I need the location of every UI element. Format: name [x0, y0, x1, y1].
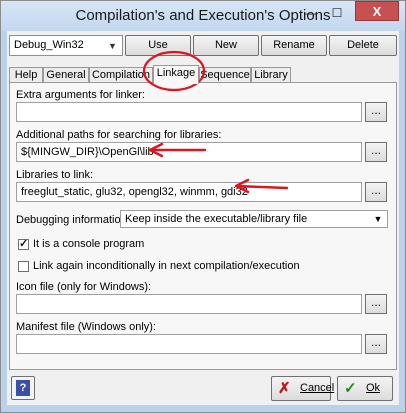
extra-args-field[interactable] — [16, 102, 362, 122]
tab-sequence[interactable]: Sequence — [199, 67, 251, 83]
use-button[interactable]: Use — [125, 35, 191, 56]
icon-file-input[interactable] — [17, 295, 361, 313]
profile-combo[interactable]: Debug_Win32 ▼ — [9, 35, 123, 56]
title-bar[interactable]: Compilation's and Execution's Options — … — [1, 1, 405, 31]
cancel-label: Cancel — [300, 382, 335, 394]
tab-compilation[interactable]: Compilation — [89, 67, 153, 83]
rename-button[interactable]: Rename — [261, 35, 327, 56]
manifest-input[interactable] — [17, 335, 361, 353]
debug-info-value: Keep inside the executable/library file — [125, 213, 308, 225]
manifest-label: Manifest file (Windows only): — [16, 321, 156, 333]
lib-paths-field[interactable] — [16, 142, 362, 162]
tab-help[interactable]: Help — [9, 67, 43, 83]
delete-button[interactable]: Delete — [329, 35, 397, 56]
libs-label: Libraries to link: — [16, 169, 94, 181]
libs-browse-button[interactable]: ... — [365, 182, 387, 202]
options-dialog: Compilation's and Execution's Options — … — [0, 0, 406, 413]
close-button[interactable]: X — [355, 1, 399, 21]
link-again-checkbox[interactable] — [18, 261, 29, 272]
help-button[interactable]: ? — [11, 376, 35, 400]
cancel-button[interactable]: ✗ Cancel — [271, 376, 335, 401]
new-button[interactable]: New — [193, 35, 259, 56]
extra-args-input[interactable] — [17, 103, 361, 121]
dialog-body: Debug_Win32 ▼ Use New Rename Delete Help… — [7, 31, 399, 405]
linkage-panel: Extra arguments for linker: ... Addition… — [9, 82, 397, 370]
ok-label: Ok — [366, 382, 381, 394]
lib-paths-input[interactable] — [17, 143, 361, 161]
libs-field[interactable] — [16, 182, 362, 202]
checkmark-icon: ✓ — [344, 380, 357, 397]
icon-file-field[interactable] — [16, 294, 362, 314]
console-label[interactable]: It is a console program — [33, 238, 144, 250]
extra-args-browse-button[interactable]: ... — [365, 102, 387, 122]
minimize-icon[interactable]: — — [299, 4, 323, 22]
tab-linkage[interactable]: Linkage — [153, 65, 199, 84]
ok-button[interactable]: ✓ Ok — [337, 376, 393, 401]
lib-paths-label: Additional paths for searching for libra… — [16, 129, 222, 141]
chevron-down-icon: ▼ — [373, 214, 383, 224]
console-checkbox[interactable]: ✓ — [18, 239, 29, 250]
lib-paths-browse-button[interactable]: ... — [365, 142, 387, 162]
manifest-field[interactable] — [16, 334, 362, 354]
debug-info-select[interactable]: Keep inside the executable/library file … — [120, 210, 388, 228]
chevron-down-icon: ▼ — [108, 41, 117, 51]
icon-browse-button[interactable]: ... — [365, 294, 387, 314]
icon-file-label: Icon file (only for Windows): — [16, 281, 152, 293]
help-book-icon: ? — [16, 380, 30, 396]
tab-general[interactable]: General — [43, 67, 89, 83]
profile-selected: Debug_Win32 — [14, 39, 84, 51]
debug-info-label: Debugging information: — [16, 214, 130, 226]
maximize-icon[interactable]: ☐ — [325, 4, 349, 22]
libs-input[interactable] — [17, 183, 361, 201]
manifest-browse-button[interactable]: ... — [365, 334, 387, 354]
extra-args-label: Extra arguments for linker: — [16, 89, 145, 101]
link-again-label[interactable]: Link again inconditionally in next compi… — [33, 260, 300, 272]
tab-library[interactable]: Library — [251, 67, 291, 83]
cancel-icon: ✗ — [278, 380, 291, 397]
